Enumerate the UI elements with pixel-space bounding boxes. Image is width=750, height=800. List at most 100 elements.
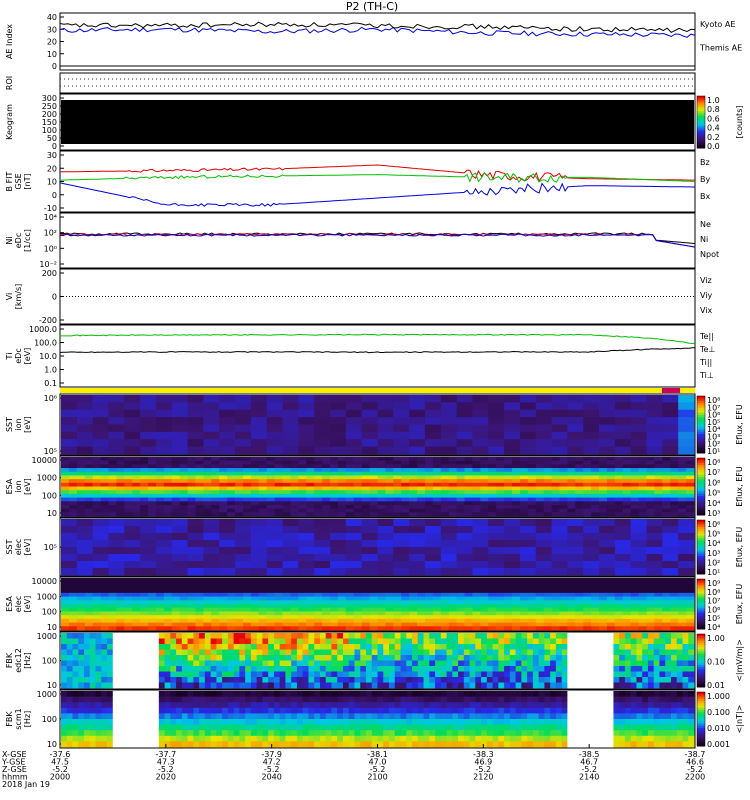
spectro-cell xyxy=(377,402,394,411)
spectro-cell xyxy=(219,497,228,502)
colorbar-tick: 0.4 xyxy=(707,124,720,133)
spectro-cell xyxy=(148,464,157,469)
spectro-cell xyxy=(282,600,291,605)
spectro-cell xyxy=(527,655,534,661)
spectro-cell xyxy=(417,638,424,645)
spectro-cell xyxy=(298,504,307,510)
spectro-cell xyxy=(273,735,281,742)
spectro-cell xyxy=(227,600,236,605)
spectro-cell xyxy=(148,490,157,495)
spectro-cell xyxy=(630,589,640,594)
spectro-cell xyxy=(171,457,181,462)
spectro-cell xyxy=(544,655,551,661)
spectro-cell xyxy=(314,618,323,623)
spectro-cell xyxy=(187,417,204,425)
spectro-cell xyxy=(170,638,177,645)
spectro-cell xyxy=(124,655,131,661)
spectro-cell xyxy=(636,677,643,683)
spectro-cell xyxy=(282,554,299,562)
colorbar-tick: 10⁸ xyxy=(707,588,720,597)
spectro-cell xyxy=(314,615,323,620)
spectro-cell xyxy=(509,649,517,656)
spectro-cell xyxy=(519,424,537,433)
spectro-cell xyxy=(550,638,557,645)
spectro-cell xyxy=(92,512,101,517)
spectro-cell xyxy=(84,504,94,510)
spectro-cell xyxy=(424,475,434,480)
spectro-cell xyxy=(504,660,511,667)
spectro-cell xyxy=(203,395,220,403)
spectro-cell xyxy=(662,578,671,583)
spectro-cell xyxy=(606,581,616,586)
spectro-cell xyxy=(171,554,188,562)
spectro-cell xyxy=(601,644,609,650)
panel-ytick: 0 xyxy=(52,293,57,302)
spectro-cell xyxy=(290,490,299,495)
spectro-cell xyxy=(250,666,258,672)
spectro-cell xyxy=(84,581,94,586)
spectro-cell xyxy=(84,490,94,495)
spectro-cell xyxy=(567,395,584,403)
panel-frame xyxy=(59,268,696,325)
spectro-cell xyxy=(583,596,592,601)
spectro-cell xyxy=(448,622,458,627)
spectro-cell xyxy=(424,486,434,491)
spectro-cell xyxy=(567,592,576,597)
spectro-cell xyxy=(274,501,283,506)
spectro-cell xyxy=(322,504,331,510)
spectro-cell xyxy=(298,493,307,498)
spectro-cell xyxy=(124,486,133,491)
spectro-cell xyxy=(148,585,157,590)
spectro-cell xyxy=(274,490,283,495)
spectro-cell xyxy=(527,622,537,627)
spectro-cell xyxy=(195,460,204,465)
spectro-cell xyxy=(296,724,304,731)
spectro-cell xyxy=(274,508,283,513)
spectro-cell xyxy=(211,457,220,462)
spectro-cell xyxy=(424,589,434,594)
spectro-cell xyxy=(543,482,552,487)
spectro-cell xyxy=(527,464,537,469)
spectro-cell xyxy=(148,622,157,627)
spectro-cell xyxy=(273,730,281,737)
spectro-cell xyxy=(211,611,220,616)
spectro-cell xyxy=(193,707,200,714)
spectro-cell xyxy=(543,592,552,597)
spectro-cell xyxy=(298,596,307,601)
spectro-cell xyxy=(163,589,173,594)
spectro-cell xyxy=(140,504,149,510)
spectro-cell xyxy=(432,471,442,476)
spectro-cell xyxy=(538,677,545,683)
spectro-cell xyxy=(527,471,537,476)
spectro-cell xyxy=(678,457,687,462)
spectro-cell xyxy=(140,607,149,612)
spectro-cell xyxy=(361,402,378,411)
spectro-cell xyxy=(504,402,521,411)
spectro-cell xyxy=(155,457,165,462)
spectro-cell xyxy=(394,638,401,645)
spectro-cell xyxy=(440,471,450,476)
spectro-cell xyxy=(108,424,125,433)
legend-kyoto ae: Kyoto AE xyxy=(700,20,735,29)
spectro-cell xyxy=(219,479,228,484)
spectro-cell xyxy=(361,526,378,534)
spectro-cell xyxy=(306,596,315,601)
spectro-cell xyxy=(353,611,363,616)
spectro-cell xyxy=(607,666,614,672)
spectro-cell xyxy=(108,526,125,534)
spectro-cell xyxy=(250,649,258,656)
spectro-cell xyxy=(512,618,521,623)
spectro-cell xyxy=(361,607,370,612)
spectro-cell xyxy=(84,622,94,627)
spectro-cell xyxy=(219,460,228,465)
spectro-cell xyxy=(463,644,470,650)
spectro-cell xyxy=(448,471,458,476)
spectro-cell xyxy=(135,713,142,720)
spectro-cell xyxy=(325,655,332,661)
spectro-cell xyxy=(330,471,339,476)
spectro-cell xyxy=(322,604,331,609)
spectro-cell xyxy=(158,724,165,731)
spectro-cell xyxy=(219,504,228,510)
spectro-cell xyxy=(242,622,252,627)
spectro-cell xyxy=(100,581,109,586)
